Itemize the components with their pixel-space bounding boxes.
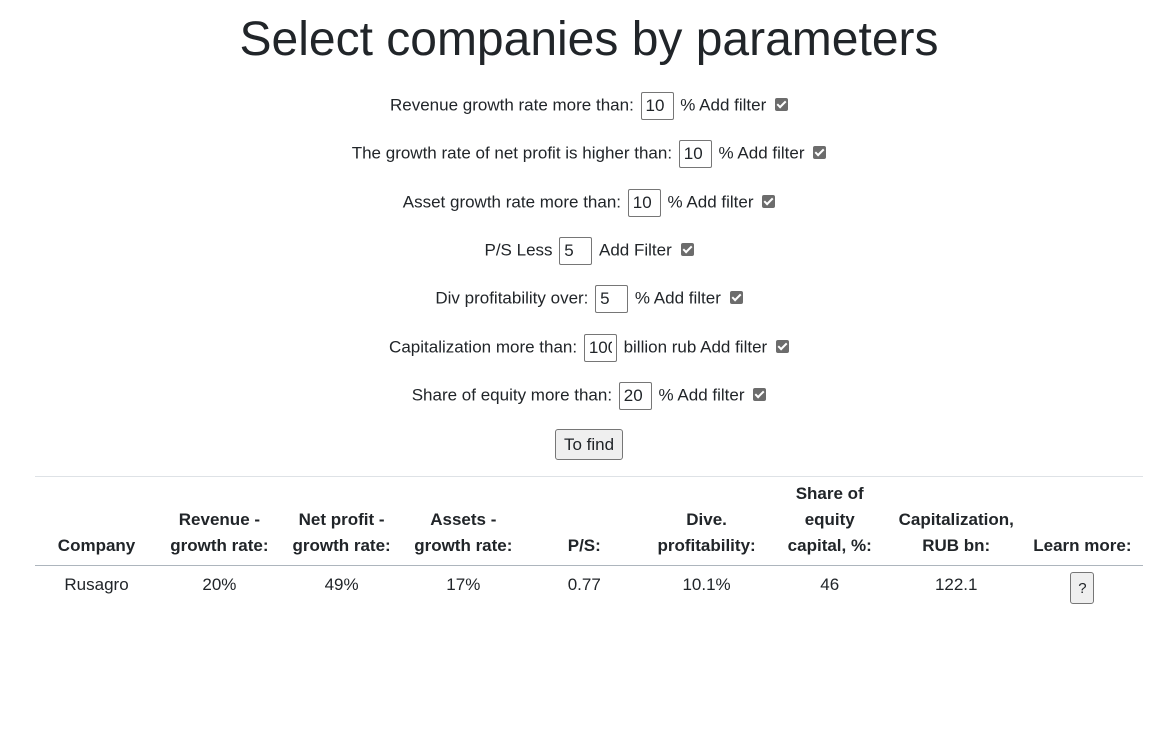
filter-suffix: % Add filter	[680, 95, 767, 115]
ps-checkbox[interactable]	[680, 243, 694, 257]
cell-company: Rusagro	[64, 575, 129, 594]
filter-asset-growth: Asset growth rate more than: % Add filte…	[0, 186, 1164, 219]
header-assets-growth: Assets - growth rate:	[402, 476, 525, 566]
filter-suffix: % Add filter	[667, 192, 754, 212]
asset-growth-checkbox[interactable]	[762, 195, 776, 209]
cell-capitalization: 122.1	[934, 575, 978, 594]
page-title: Select companies by parameters	[239, 13, 939, 66]
equity-share-input[interactable]	[618, 381, 652, 410]
filter-suffix: % Add filter	[634, 288, 721, 308]
table-row: Rusagro 20% 49% 17% 0.77 10.1% 46 122.1 …	[35, 566, 1143, 613]
capitalization-checkbox[interactable]	[775, 340, 789, 354]
ps-input[interactable]	[559, 236, 593, 265]
cell-ps: 0.77	[567, 575, 601, 594]
cell-assets-growth: 17%	[446, 575, 481, 594]
revenue-growth-checkbox[interactable]	[775, 98, 788, 112]
cell-learn-more: ?	[1022, 566, 1143, 613]
filter-net-profit-growth: The growth rate of net profit is higher …	[0, 137, 1164, 170]
header-div-profitability: Dive. profitability:	[644, 476, 769, 566]
table-header-row: Company Revenue - growth rate: Net profit…	[35, 476, 1143, 566]
filter-suffix: billion rub Add filter	[623, 337, 768, 357]
net-profit-growth-checkbox[interactable]	[813, 146, 827, 160]
filter-equity-share: Share of equity more than: % Add filter	[0, 379, 1164, 412]
div-profitability-checkbox[interactable]	[729, 291, 743, 305]
filter-label: Share of equity more than:	[411, 385, 613, 405]
results-table: Company Revenue - growth rate: Net profit…	[35, 476, 1143, 612]
filter-suffix: Add Filter	[599, 240, 672, 260]
header-equity-share: Share of equity capital, %:	[768, 476, 891, 566]
filter-suffix: % Add filter	[658, 385, 745, 405]
asset-growth-input[interactable]	[627, 188, 661, 217]
filter-label: P/S Less	[484, 240, 553, 260]
filter-div-profitability: Div profitability over: % Add filter	[0, 282, 1164, 315]
cell-equity-share: 46	[820, 575, 840, 594]
header-learn-more: Learn more:	[1021, 476, 1143, 566]
equity-share-checkbox[interactable]	[753, 388, 767, 402]
cell-revenue-growth: 20%	[202, 575, 237, 594]
header-revenue-growth: Revenue - growth rate:	[158, 476, 281, 566]
filter-capitalization: Capitalization more than: billion rub Ad…	[0, 331, 1164, 364]
header-capitalization: Capitalization, RUB bn:	[890, 476, 1022, 566]
capitalization-input[interactable]	[583, 333, 617, 362]
header-net-profit-growth: Net profit - growth rate:	[280, 476, 403, 566]
filter-label: Capitalization more than:	[389, 337, 578, 357]
cell-net-profit-growth: 49%	[324, 575, 359, 594]
header-ps: P/S:	[524, 476, 645, 566]
filter-revenue-growth: Revenue growth rate more than: % Add fil…	[0, 89, 1164, 122]
revenue-growth-input[interactable]	[640, 91, 674, 120]
learn-more-button[interactable]: ?	[1070, 572, 1095, 604]
header-company: Company	[35, 476, 159, 566]
filter-label: Revenue growth rate more than:	[389, 95, 634, 115]
filter-suffix: % Add filter	[718, 143, 805, 163]
filter-label: Div profitability over:	[435, 288, 589, 308]
cell-div-profitability: 10.1%	[682, 575, 731, 594]
filter-label: Asset growth rate more than:	[402, 192, 622, 212]
filter-label: The growth rate of net profit is higher …	[351, 143, 673, 163]
filter-ps: P/S Less Add Filter	[0, 234, 1164, 267]
div-profitability-input[interactable]	[595, 284, 629, 313]
find-button[interactable]: To find	[555, 429, 623, 460]
net-profit-growth-input[interactable]	[678, 139, 712, 168]
